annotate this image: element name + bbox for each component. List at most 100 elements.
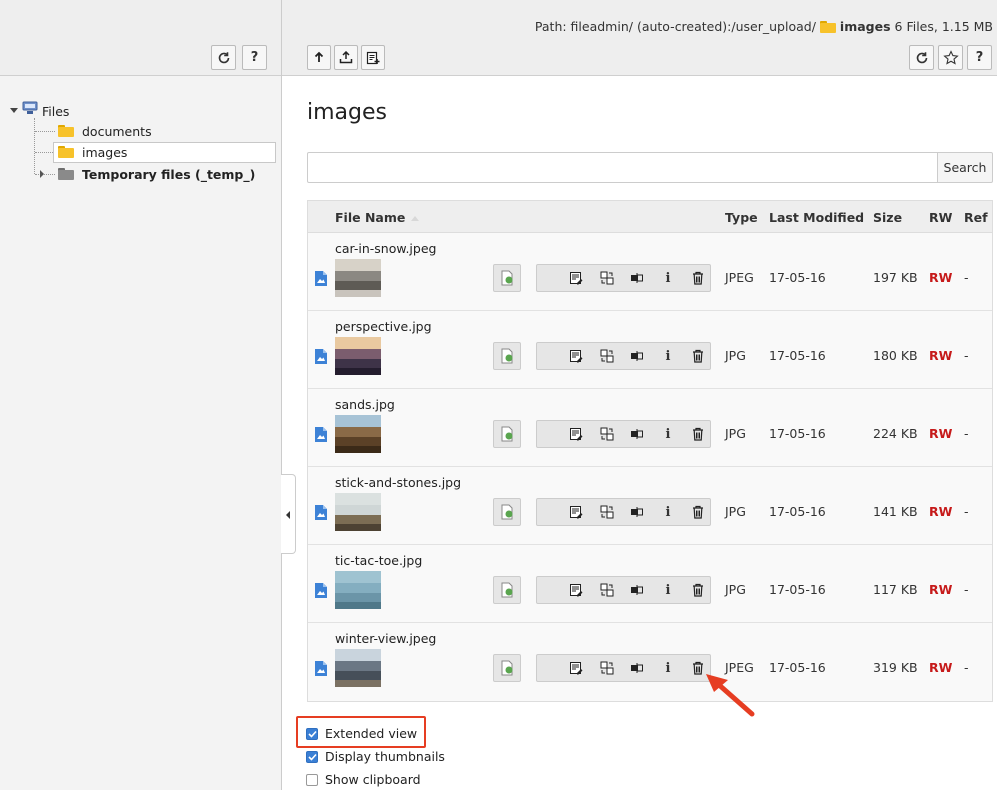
panel-collapse-handle[interactable] [281, 474, 296, 554]
option-extended-view[interactable]: Extended view [306, 726, 417, 741]
file-thumbnail[interactable] [335, 337, 381, 375]
tree-root-label[interactable]: Files [42, 104, 69, 119]
search-button[interactable]: Search [937, 152, 993, 183]
rename-button[interactable] [595, 343, 619, 369]
star-icon [942, 49, 959, 65]
option-display-thumbnails[interactable]: Display thumbnails [306, 749, 445, 764]
delete-button[interactable] [686, 343, 710, 369]
replace-button[interactable] [625, 655, 649, 681]
file-last-modified: 17-05-16 [769, 426, 826, 441]
edit-metadata-icon [570, 584, 583, 597]
tree-item-temporary-files[interactable]: Temporary files (_temp_) [82, 167, 255, 182]
trash-icon [693, 505, 703, 519]
image-file-icon[interactable] [315, 583, 327, 598]
bookmark-button[interactable] [938, 45, 963, 70]
help-button[interactable]: ? [967, 45, 992, 70]
context-menu-button[interactable] [493, 264, 521, 292]
checkbox-display-thumbnails[interactable] [306, 750, 318, 763]
context-menu-button[interactable] [493, 654, 521, 682]
image-file-icon[interactable] [315, 661, 327, 676]
upload-files-button[interactable] [334, 45, 358, 70]
file-actions-group: i [536, 654, 711, 682]
file-thumbnail[interactable] [335, 259, 381, 297]
column-size: Size [873, 210, 903, 225]
checkbox-extended-view[interactable] [306, 727, 318, 740]
image-file-icon[interactable] [315, 349, 327, 364]
tree-refresh-button[interactable] [211, 45, 236, 70]
folder-tree-panel [0, 76, 282, 790]
file-last-modified: 17-05-16 [769, 660, 826, 675]
rename-button[interactable] [595, 655, 619, 681]
expand-toggle-icon[interactable] [10, 108, 18, 113]
file-name[interactable]: tic-tac-toe.jpg [335, 553, 422, 568]
info-button[interactable]: i [656, 421, 680, 447]
info-button[interactable]: i [656, 655, 680, 681]
table-row: tic-tac-toe.jpg i JPG 17-05-16 117 KB RW… [308, 545, 992, 623]
file-thumbnail[interactable] [335, 649, 381, 687]
upload-button[interactable] [307, 45, 331, 70]
replace-button[interactable] [625, 421, 649, 447]
image-file-icon [501, 582, 513, 598]
option-show-clipboard[interactable]: Show clipboard [306, 772, 421, 787]
image-file-icon[interactable] [315, 505, 327, 520]
image-file-icon[interactable] [315, 427, 327, 442]
info-button[interactable]: i [656, 265, 680, 291]
delete-button[interactable] [686, 265, 710, 291]
rename-button[interactable] [595, 499, 619, 525]
tree-help-button[interactable]: ? [242, 45, 267, 70]
trash-icon [693, 271, 703, 285]
rename-button[interactable] [595, 421, 619, 447]
file-permissions: RW [929, 270, 953, 285]
trash-icon [693, 427, 703, 441]
tree-item-images[interactable]: images [82, 145, 127, 160]
file-list-table: File Name Type Last Modified Size RW Ref… [307, 200, 993, 702]
search-input[interactable] [307, 152, 938, 183]
edit-metadata-icon [570, 428, 583, 441]
edit-metadata-button[interactable] [564, 421, 588, 447]
column-last-modified: Last Modified [769, 210, 865, 225]
file-name[interactable]: perspective.jpg [335, 319, 432, 334]
file-name[interactable]: car-in-snow.jpeg [335, 241, 436, 256]
edit-metadata-button[interactable] [564, 655, 588, 681]
file-thumbnail[interactable] [335, 415, 381, 453]
current-folder-name: images [839, 19, 891, 34]
edit-metadata-button[interactable] [564, 499, 588, 525]
column-file-name[interactable]: File Name [335, 210, 420, 225]
table-row: stick-and-stones.jpg i JPG 17-05-16 141 … [308, 467, 992, 545]
file-references: - [964, 582, 969, 597]
context-menu-button[interactable] [493, 420, 521, 448]
edit-metadata-button[interactable] [564, 265, 588, 291]
delete-button[interactable] [686, 499, 710, 525]
replace-button[interactable] [625, 343, 649, 369]
replace-button[interactable] [625, 577, 649, 603]
file-thumbnail[interactable] [335, 493, 381, 531]
edit-metadata-button[interactable] [564, 577, 588, 603]
edit-metadata-button[interactable] [564, 343, 588, 369]
image-file-icon[interactable] [315, 271, 327, 286]
info-button[interactable]: i [656, 577, 680, 603]
tree-item-documents[interactable]: documents [82, 124, 152, 139]
file-size: 180 KB [873, 348, 918, 363]
info-button[interactable]: i [656, 499, 680, 525]
context-menu-button[interactable] [493, 576, 521, 604]
delete-button[interactable] [686, 421, 710, 447]
replace-button[interactable] [625, 265, 649, 291]
file-name[interactable]: winter-view.jpeg [335, 631, 436, 646]
context-menu-button[interactable] [493, 498, 521, 526]
replace-icon [631, 429, 643, 439]
rename-button[interactable] [595, 577, 619, 603]
collapse-toggle-icon[interactable] [40, 170, 44, 178]
reload-button[interactable] [909, 45, 934, 70]
edit-metadata-icon [570, 662, 583, 675]
file-thumbnail[interactable] [335, 571, 381, 609]
rename-button[interactable] [595, 265, 619, 291]
info-button[interactable]: i [656, 343, 680, 369]
checkbox-show-clipboard[interactable] [306, 773, 318, 786]
new-file-button[interactable] [361, 45, 385, 70]
context-menu-button[interactable] [493, 342, 521, 370]
file-name[interactable]: stick-and-stones.jpg [335, 475, 461, 490]
replace-button[interactable] [625, 499, 649, 525]
delete-button[interactable] [686, 577, 710, 603]
file-name[interactable]: sands.jpg [335, 397, 395, 412]
file-permissions: RW [929, 426, 953, 441]
